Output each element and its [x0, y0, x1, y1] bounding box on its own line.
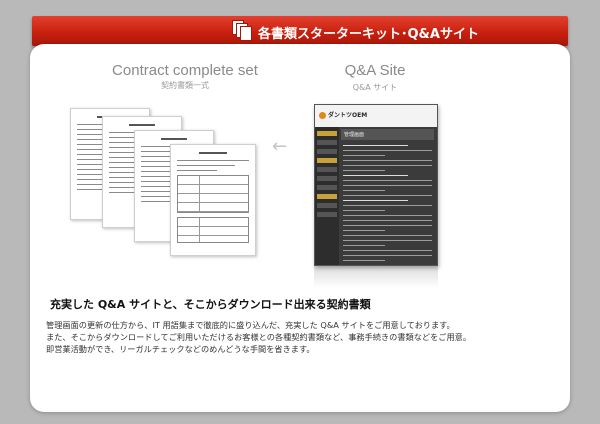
left-arrow-icon: ← [272, 136, 288, 157]
site-logo: ダントツOEM [319, 110, 367, 119]
documents-icon [232, 20, 252, 42]
site-header: 管理画面 [341, 129, 434, 140]
site-reflection [314, 266, 438, 288]
description-line: また、そこからダウンロードしてご利用いただけるお客様との各種契約書類など、事務手… [46, 332, 472, 342]
site-nav [315, 127, 339, 265]
contract-documents-illustration [70, 108, 280, 258]
description-line: 即営業活動ができ、リーガルチェックなどのめんどうな手間を省きます。 [46, 344, 315, 354]
description-line: 管理画面の更新の仕方から、IT 用語集まで徹底的に盛り込んだ、充実した Q&A … [46, 320, 455, 330]
qa-site-subtitle: Q&A サイト [352, 83, 398, 92]
title-banner: 各書類スターターキット･Q&Aサイト [32, 16, 568, 46]
banner-title: 各書類スターターキット･Q&Aサイト [258, 27, 479, 42]
description: 管理画面の更新の仕方から、IT 用語集まで徹底的に盛り込んだ、充実した Q&A … [46, 319, 558, 355]
contract-set-subtitle: 契約書類一式 [161, 81, 209, 90]
headline: 充実した Q&A サイトと、そこからダウンロード出来る契約書類 [50, 298, 371, 311]
contract-document [170, 144, 256, 256]
qa-site-screenshot: ダントツOEM 管理画面 [314, 104, 438, 266]
contract-set-title: Contract complete set [112, 62, 258, 79]
qa-site-title: Q&A Site [344, 62, 406, 79]
